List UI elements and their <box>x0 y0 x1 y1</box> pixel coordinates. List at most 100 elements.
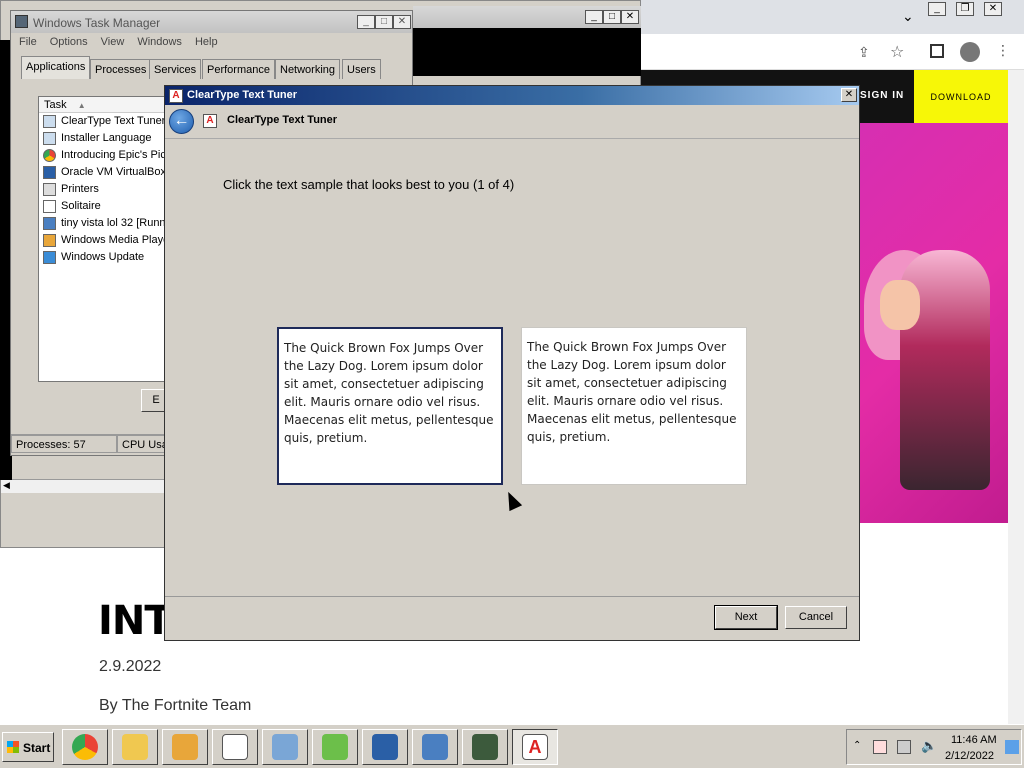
signin-link[interactable]: SIGN IN <box>860 90 904 101</box>
maximize-icon[interactable]: □ <box>603 10 621 24</box>
article-byline: By The Fortnite Team <box>99 697 252 714</box>
tab-applications[interactable]: Applications <box>21 56 91 79</box>
taskbar-media-player[interactable] <box>162 729 208 765</box>
minimize-icon[interactable]: _ <box>357 15 375 29</box>
taskbar-installer[interactable] <box>312 729 358 765</box>
task-row[interactable]: Windows Media Playe <box>39 232 177 249</box>
chrome-icon <box>72 734 98 760</box>
text-sample-2[interactable]: The Quick Brown Fox Jumps Over the Lazy … <box>521 327 747 485</box>
cancel-button[interactable]: Cancel <box>785 606 847 629</box>
browser-toolbar: ⇪ ☆ ⋮ <box>640 34 1024 70</box>
task-row[interactable]: Oracle VM VirtualBox <box>39 164 177 181</box>
task-list: Task ▲ ClearType Text Tuner Installer La… <box>38 96 178 382</box>
menu-view[interactable]: View <box>101 36 125 48</box>
task-row[interactable]: Windows Update <box>39 249 177 266</box>
tab-performance[interactable]: Performance <box>202 59 275 79</box>
profile-icon[interactable] <box>960 42 980 62</box>
minimize-icon[interactable]: _ <box>928 2 946 16</box>
share-icon[interactable]: ⇪ <box>858 44 870 61</box>
sidepanel-icon[interactable] <box>930 44 944 58</box>
cleartype-icon <box>43 115 56 128</box>
dialog-titlebar[interactable]: A ClearType Text Tuner ✕ <box>165 86 859 105</box>
virtualbox-icon <box>372 734 398 760</box>
tab-processes[interactable]: Processes <box>90 59 152 79</box>
security-warning-icon[interactable] <box>873 740 887 754</box>
task-manager-menubar: File Options View Windows Help <box>19 36 218 48</box>
chevron-down-icon[interactable]: ⌄ <box>902 8 914 25</box>
taskbar-control-panel[interactable] <box>262 729 308 765</box>
tab-networking[interactable]: Networking <box>275 59 341 79</box>
taskbar-solitaire[interactable] <box>212 729 258 765</box>
tab-users[interactable]: Users <box>342 59 381 79</box>
horizontal-scrollbar[interactable]: ◀ <box>1 479 171 493</box>
task-row[interactable]: Installer Language <box>39 130 177 147</box>
task-manager-title: Windows Task Manager <box>33 16 161 30</box>
windows-logo-icon <box>7 741 19 753</box>
page-scrollbar[interactable] <box>1008 70 1024 724</box>
task-row[interactable]: ClearType Text Tuner <box>39 113 177 130</box>
next-button[interactable]: Next <box>714 605 778 630</box>
task-name: Installer Language <box>61 132 152 144</box>
restore-icon[interactable]: ❐ <box>956 2 974 16</box>
taskbar-task-manager[interactable] <box>462 729 508 765</box>
background-window-titlebar: _ □ ✕ <box>413 6 641 28</box>
task-manager-icon <box>472 734 498 760</box>
article-date: 2.9.2022 <box>99 658 162 675</box>
vm-icon <box>422 734 448 760</box>
taskbar-explorer[interactable] <box>112 729 158 765</box>
tray-expand-icon[interactable]: ⌃ <box>853 740 861 751</box>
menu-windows[interactable]: Windows <box>137 36 182 48</box>
dialog-header: ← A ClearType Text Tuner <box>165 105 859 139</box>
network-icon[interactable] <box>897 740 911 754</box>
taskbar: Start A ⌃ 🔈 11:46 AM 2/12/2022 <box>0 724 1024 768</box>
scroll-left-icon[interactable]: ◀ <box>3 480 10 491</box>
volume-icon[interactable]: 🔈 <box>921 738 937 754</box>
menu-icon[interactable]: ⋮ <box>996 42 1010 59</box>
task-name: Introducing Epic's Pick <box>61 149 172 161</box>
taskbar-vm[interactable] <box>412 729 458 765</box>
system-tray: ⌃ 🔈 11:46 AM 2/12/2022 <box>846 729 1022 765</box>
taskbar-chrome[interactable] <box>62 729 108 765</box>
clock-date[interactable]: 2/12/2022 <box>945 750 994 762</box>
dialog-header-title: ClearType Text Tuner <box>227 114 338 126</box>
task-row[interactable]: Introducing Epic's Pick <box>39 147 177 164</box>
task-name: Windows Media Playe <box>61 234 170 246</box>
maximize-icon[interactable]: □ <box>375 15 393 29</box>
menu-file[interactable]: File <box>19 36 37 48</box>
back-arrow-icon[interactable]: ← <box>169 109 194 134</box>
start-label: Start <box>23 741 51 755</box>
text-sample-1[interactable]: The Quick Brown Fox Jumps Over the Lazy … <box>277 327 503 485</box>
close-icon[interactable]: ✕ <box>984 2 1002 16</box>
close-icon[interactable]: ✕ <box>841 88 857 102</box>
menu-options[interactable]: Options <box>50 36 88 48</box>
clock-time[interactable]: 11:46 AM <box>951 734 997 746</box>
column-header-task[interactable]: Task ▲ <box>39 97 177 113</box>
download-button[interactable]: DOWNLOAD <box>914 70 1008 123</box>
cleartype-icon: A <box>203 114 217 128</box>
console-area <box>413 28 641 76</box>
cleartype-icon: A <box>522 734 548 760</box>
taskbar-cleartype[interactable]: A <box>512 729 558 765</box>
task-manager-icon <box>15 15 28 28</box>
star-icon[interactable]: ☆ <box>890 42 904 62</box>
close-icon[interactable]: ✕ <box>621 10 639 24</box>
cleartype-dialog: A ClearType Text Tuner ✕ ← A ClearType T… <box>164 85 860 641</box>
task-name: tiny vista lol 32 [Runn <box>61 217 166 229</box>
installer-icon <box>43 132 56 145</box>
installer-icon <box>322 734 348 760</box>
start-button[interactable]: Start <box>2 732 54 762</box>
task-row[interactable]: Printers <box>39 181 177 198</box>
show-desktop-icon[interactable] <box>1005 740 1019 754</box>
virtualbox-icon <box>43 166 56 179</box>
minimize-icon[interactable]: _ <box>585 10 603 24</box>
sort-asc-icon: ▲ <box>77 101 86 110</box>
task-manager-titlebar[interactable]: Windows Task Manager _ □ ✕ <box>11 11 412 33</box>
status-processes: Processes: 57 <box>11 435 117 453</box>
task-name: Oracle VM VirtualBox <box>61 166 166 178</box>
close-icon[interactable]: ✕ <box>393 15 411 29</box>
menu-help[interactable]: Help <box>195 36 218 48</box>
tab-services[interactable]: Services <box>149 59 202 79</box>
taskbar-virtualbox[interactable] <box>362 729 408 765</box>
task-row[interactable]: tiny vista lol 32 [Runn <box>39 215 177 232</box>
task-row[interactable]: Solitaire <box>39 198 177 215</box>
